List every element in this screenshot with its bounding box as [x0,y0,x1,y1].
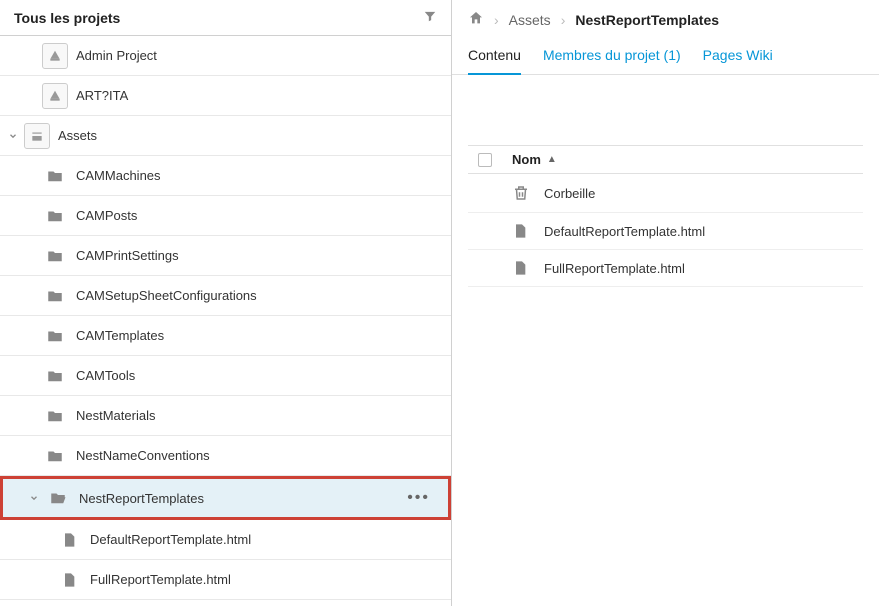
tree-item-cammachines[interactable]: CAMMachines [0,156,451,196]
breadcrumb-current: NestReportTemplates [575,12,719,28]
project-tree: Admin Project ART?ITA Assets CAMMachines [0,36,451,606]
tree-item-label: NestNameConventions [76,448,437,463]
tree-item-label: CAMTools [76,368,437,383]
row-label: FullReportTemplate.html [544,261,685,276]
tab-members[interactable]: Membres du projet (1) [543,39,681,74]
folder-icon [42,203,68,229]
select-all-checkbox[interactable] [478,153,492,167]
table-row-fullreport[interactable]: FullReportTemplate.html [468,250,863,287]
file-icon [512,260,530,276]
tree-item-label: NestMaterials [76,408,437,423]
tree-item-artita[interactable]: ART?ITA [0,76,451,116]
project-icon [24,123,50,149]
project-icon [42,83,68,109]
filter-icon[interactable] [423,9,437,26]
tree-item-camposts[interactable]: CAMPosts [0,196,451,236]
tree-item-label: FullReportTemplate.html [90,572,437,587]
breadcrumb-separator: › [561,12,566,28]
tree-item-label: Admin Project [76,48,437,63]
row-label: Corbeille [544,186,595,201]
row-label: DefaultReportTemplate.html [544,224,705,239]
tree-item-label: CAMPosts [76,208,437,223]
tree-item-label: CAMSetupSheetConfigurations [76,288,437,303]
tree-item-camtools[interactable]: CAMTools [0,356,451,396]
tree-item-label: CAMTemplates [76,328,437,343]
tree-header: Tous les projets [0,0,451,36]
folder-open-icon [45,485,71,511]
tree-item-fullreport[interactable]: FullReportTemplate.html [0,560,451,600]
tree-item-label: Assets [58,128,437,143]
tree-item-label: NestReportTemplates [79,491,407,506]
content-table: Nom ▲ Corbeille DefaultReportTemplate.ht… [452,75,879,287]
folder-icon [42,363,68,389]
table-row-defaultreport[interactable]: DefaultReportTemplate.html [468,213,863,250]
trash-icon [512,184,530,202]
project-icon [42,43,68,69]
column-header-name[interactable]: Nom [512,152,541,167]
breadcrumb-separator: › [494,12,499,28]
folder-icon [42,163,68,189]
sort-asc-icon: ▲ [547,154,557,165]
tab-bar: Contenu Membres du projet (1) Pages Wiki [452,35,879,75]
table-row-trash[interactable]: Corbeille [468,174,863,213]
file-icon [56,567,82,593]
main-panel: › Assets › NestReportTemplates Contenu M… [452,0,879,606]
breadcrumb: › Assets › NestReportTemplates [452,0,879,35]
tree-item-nestnameconventions[interactable]: NestNameConventions [0,436,451,476]
home-icon[interactable] [468,10,484,29]
tree-title: Tous les projets [14,10,120,26]
tree-item-assets[interactable]: Assets [0,116,451,156]
folder-icon [42,283,68,309]
tree-item-camsetupsheet[interactable]: CAMSetupSheetConfigurations [0,276,451,316]
file-icon [512,223,530,239]
tab-wiki[interactable]: Pages Wiki [703,39,773,74]
folder-icon [42,403,68,429]
tree-item-label: CAMMachines [76,168,437,183]
more-options-icon[interactable]: ••• [407,489,434,507]
table-header: Nom ▲ [468,145,863,174]
tree-item-nestmaterials[interactable]: NestMaterials [0,396,451,436]
tree-item-label: CAMPrintSettings [76,248,437,263]
folder-icon [42,243,68,269]
tree-item-label: ART?ITA [76,88,437,103]
breadcrumb-assets[interactable]: Assets [509,12,551,28]
tab-content[interactable]: Contenu [468,39,521,75]
file-icon [56,527,82,553]
tree-item-camtemplates[interactable]: CAMTemplates [0,316,451,356]
chevron-down-icon[interactable] [27,491,41,505]
chevron-down-icon[interactable] [6,129,20,143]
folder-icon [42,443,68,469]
project-tree-panel: Tous les projets Admin Project ART?ITA [0,0,452,606]
folder-icon [42,323,68,349]
tree-item-nestreporttemplates[interactable]: NestReportTemplates ••• [0,476,451,520]
tree-item-admin-project[interactable]: Admin Project [0,36,451,76]
tree-item-label: DefaultReportTemplate.html [90,532,437,547]
tree-item-camprintsettings[interactable]: CAMPrintSettings [0,236,451,276]
tree-item-defaultreport[interactable]: DefaultReportTemplate.html [0,520,451,560]
